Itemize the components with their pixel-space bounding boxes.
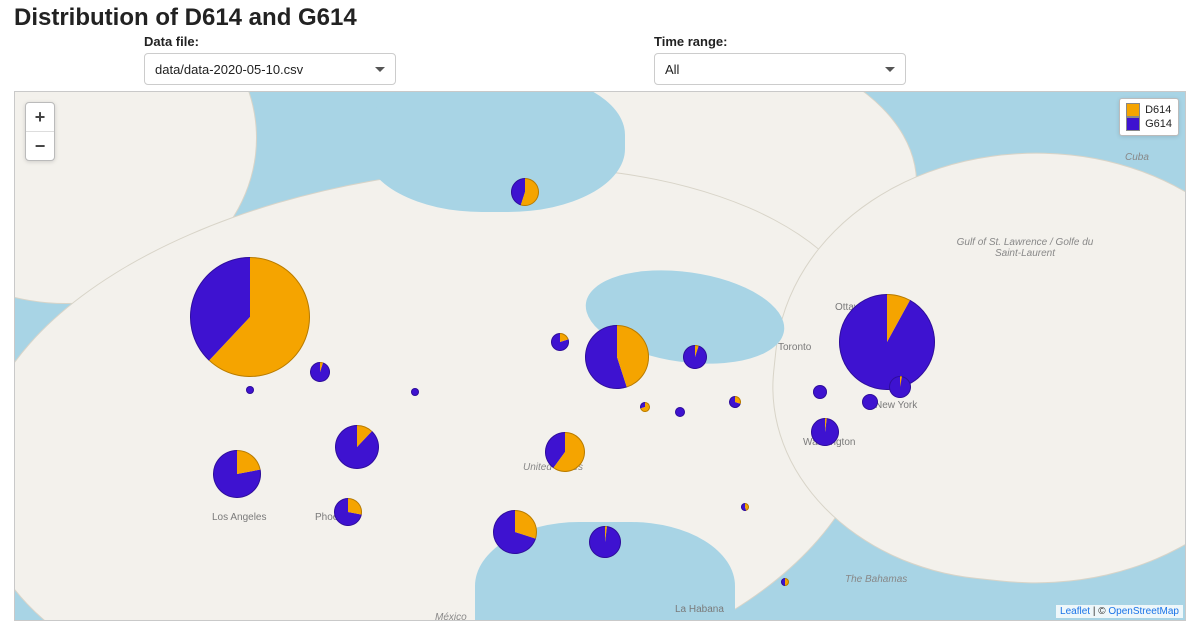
legend-item-d614: D614 — [1126, 103, 1172, 117]
pie-marker[interactable] — [334, 498, 362, 526]
datafile-label: Data file: — [144, 34, 524, 49]
pie-marker[interactable] — [675, 407, 685, 417]
map-label-bahamas: The Bahamas — [845, 574, 907, 585]
pie-marker[interactable] — [781, 578, 789, 586]
pie-marker[interactable] — [839, 294, 935, 390]
basemap-water — [365, 91, 625, 212]
pie-marker[interactable] — [213, 450, 261, 498]
pie-marker[interactable] — [511, 178, 539, 206]
pie-marker[interactable] — [246, 386, 254, 394]
pie-marker[interactable] — [683, 345, 707, 369]
timerange-selected-value: All — [665, 62, 679, 77]
map-label-cuba: Cuba — [1125, 152, 1149, 163]
legend-item-g614: G614 — [1126, 117, 1172, 131]
timerange-control: Time range: All — [654, 34, 1034, 85]
legend-swatch-d614 — [1126, 103, 1140, 117]
datafile-control: Data file: data/data-2020-05-10.csv — [144, 34, 524, 85]
leaflet-link[interactable]: Leaflet — [1060, 606, 1090, 617]
attribution-sep: | © — [1090, 606, 1108, 617]
pie-marker[interactable] — [411, 388, 419, 396]
map-canvas[interactable]: United States México The Bahamas Cuba Gu… — [14, 91, 1186, 621]
pie-marker[interactable] — [545, 432, 585, 472]
pie-marker[interactable] — [551, 333, 569, 351]
zoom-in-button[interactable]: + — [26, 103, 54, 131]
legend-swatch-g614 — [1126, 117, 1140, 131]
datafile-select[interactable]: data/data-2020-05-10.csv — [144, 53, 396, 85]
pie-marker[interactable] — [493, 510, 537, 554]
legend: D614 G614 — [1119, 98, 1179, 136]
timerange-label: Time range: — [654, 34, 1034, 49]
legend-label-g614: G614 — [1145, 117, 1172, 131]
zoom-out-button[interactable]: − — [26, 131, 54, 160]
timerange-select[interactable]: All — [654, 53, 906, 85]
controls-row: Data file: data/data-2020-05-10.csv Time… — [14, 34, 1186, 85]
pie-marker[interactable] — [589, 526, 621, 558]
pie-marker[interactable] — [640, 402, 650, 412]
pie-marker[interactable] — [585, 325, 649, 389]
osm-link[interactable]: OpenStreetMap — [1108, 606, 1179, 617]
pie-marker[interactable] — [889, 376, 911, 398]
pie-marker[interactable] — [190, 257, 310, 377]
legend-label-d614: D614 — [1145, 103, 1171, 117]
pie-marker[interactable] — [729, 396, 741, 408]
pie-marker[interactable] — [813, 385, 827, 399]
pie-marker[interactable] — [741, 503, 749, 511]
page-title: Distribution of D614 and G614 — [14, 4, 1186, 32]
map-attribution: Leaflet | © OpenStreetMap — [1056, 605, 1183, 618]
zoom-control: + − — [25, 102, 55, 161]
pie-marker[interactable] — [335, 425, 379, 469]
chevron-down-icon — [885, 67, 895, 72]
pie-marker[interactable] — [310, 362, 330, 382]
chevron-down-icon — [375, 67, 385, 72]
datafile-selected-value: data/data-2020-05-10.csv — [155, 62, 303, 77]
pie-marker[interactable] — [811, 418, 839, 446]
pie-marker[interactable] — [862, 394, 878, 410]
